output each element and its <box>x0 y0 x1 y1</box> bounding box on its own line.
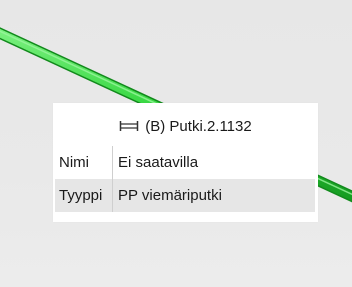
property-value: Ei saatavilla <box>118 154 199 171</box>
tooltip-header: (B) Putki.2.1132 <box>53 115 318 137</box>
property-row-type: Tyyppi PP viemäriputki <box>55 179 315 212</box>
property-value: PP viemäriputki <box>118 187 222 204</box>
property-row-name: Nimi Ei saatavilla <box>55 146 315 179</box>
column-divider <box>112 146 113 179</box>
3d-viewport[interactable]: (B) Putki.2.1132 Nimi Ei saatavilla Tyyp… <box>0 0 352 287</box>
column-divider <box>112 179 113 212</box>
pipe-icon <box>119 119 139 133</box>
property-key: Nimi <box>59 154 89 171</box>
object-info-tooltip: (B) Putki.2.1132 Nimi Ei saatavilla Tyyp… <box>53 103 318 222</box>
property-key: Tyyppi <box>59 187 103 204</box>
property-table: Nimi Ei saatavilla Tyyppi PP viemäriputk… <box>55 146 315 212</box>
tooltip-title: (B) Putki.2.1132 <box>145 117 252 135</box>
